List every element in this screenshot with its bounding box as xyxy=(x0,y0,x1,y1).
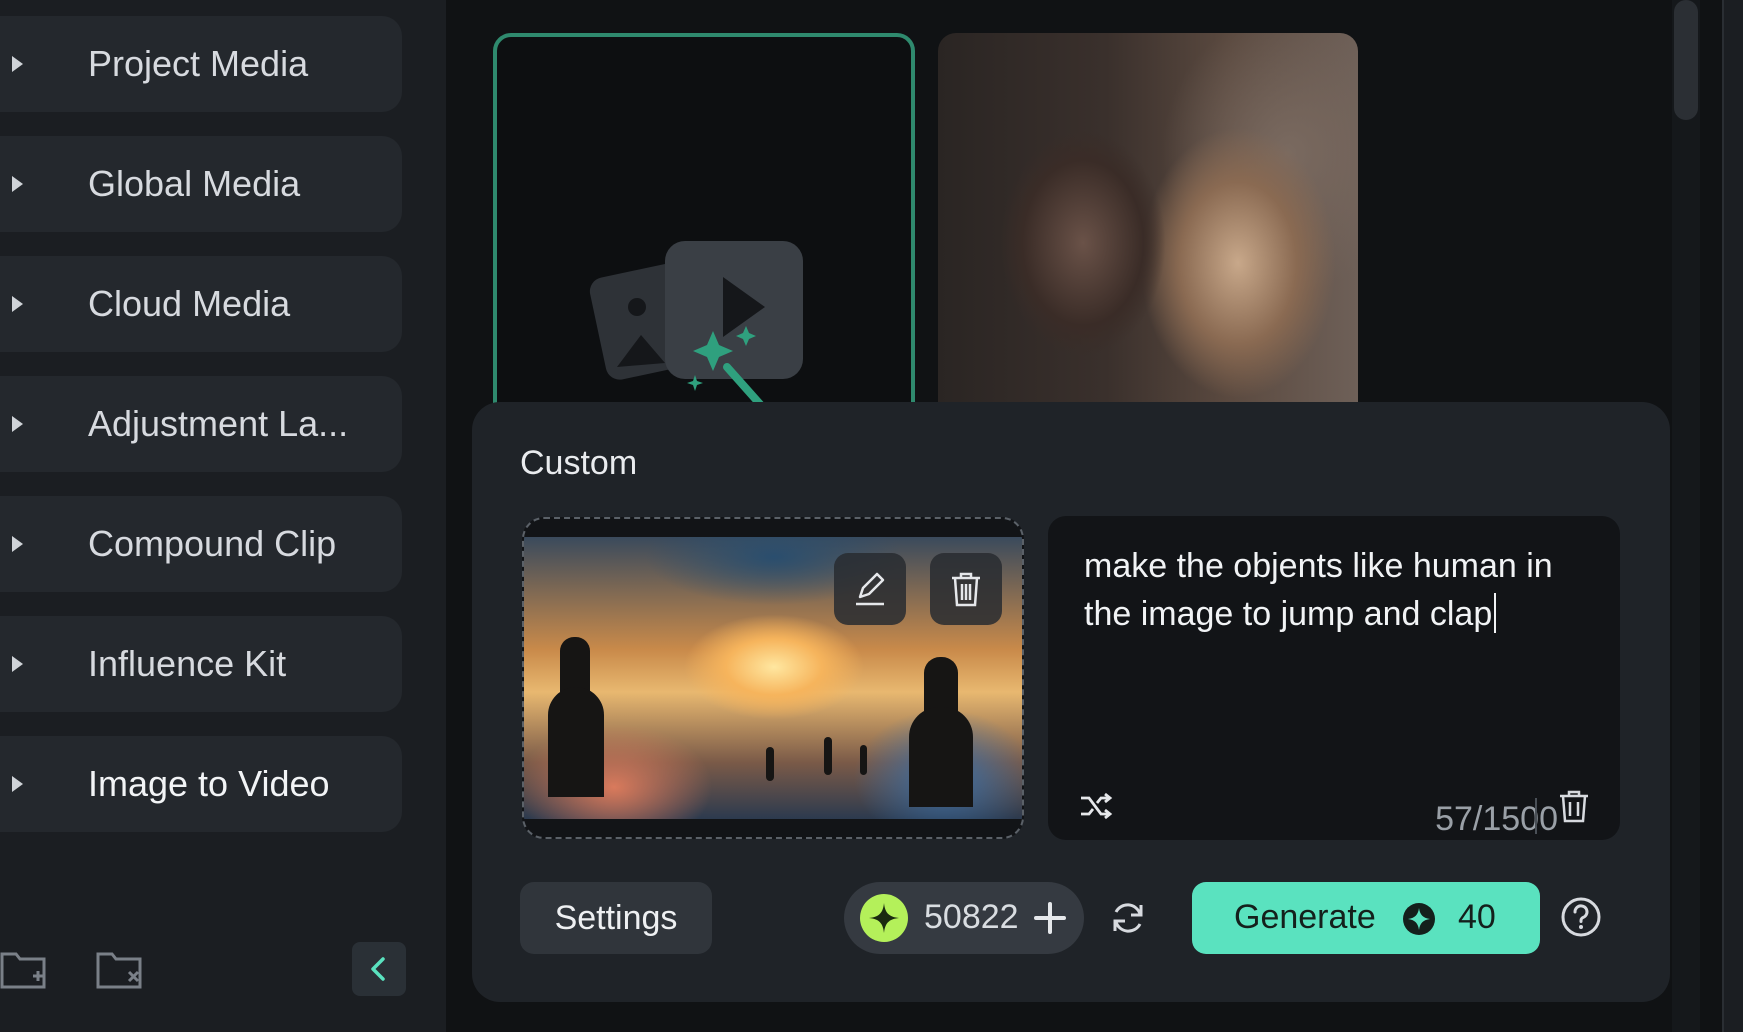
caret-right-icon xyxy=(12,776,23,792)
sidebar-item-cloud-media[interactable]: Cloud Media xyxy=(0,256,402,352)
credit-coin-icon xyxy=(1403,903,1435,935)
scrollbar-thumb[interactable] xyxy=(1674,0,1698,120)
sidebar-item-label: Project Media xyxy=(88,43,309,84)
sidebar-item-label: Cloud Media xyxy=(88,283,291,324)
caret-right-icon xyxy=(12,176,23,192)
chevron-left-icon xyxy=(371,957,385,981)
sidebar-item-project-media[interactable]: Project Media xyxy=(0,16,402,112)
sidebar-item-label: Global Media xyxy=(88,163,301,204)
generate-cost: 40 xyxy=(1458,898,1496,936)
image-to-video-template-card[interactable] xyxy=(493,33,915,423)
sidebar-item-label: Image to Video xyxy=(88,763,330,804)
edit-image-button[interactable] xyxy=(834,553,906,625)
sidebar-item-label: Influence Kit xyxy=(88,643,287,684)
clear-prompt-icon[interactable] xyxy=(1556,788,1592,824)
character-counter: 57/1500 xyxy=(1435,800,1558,838)
scrollbar-track[interactable] xyxy=(1672,0,1700,1032)
image-to-video-icon xyxy=(589,241,803,416)
credits-balance[interactable]: 50822 xyxy=(844,882,1084,954)
caret-right-icon xyxy=(12,656,23,672)
sidebar-item-global-media[interactable]: Global Media xyxy=(0,136,402,232)
new-folder-icon[interactable] xyxy=(0,948,48,992)
settings-button[interactable]: Settings xyxy=(520,882,712,954)
sidebar-item-compound-clip[interactable]: Compound Clip xyxy=(0,496,402,592)
shuffle-icon[interactable] xyxy=(1078,788,1114,824)
divider xyxy=(1535,798,1537,834)
sidebar-item-label: Adjustment La... xyxy=(88,403,349,444)
add-credits-icon[interactable] xyxy=(1032,900,1068,936)
prompt-text: make the objents like human in the image… xyxy=(1084,547,1553,633)
refresh-icon[interactable] xyxy=(1108,898,1148,938)
sidebar-item-influence-kit[interactable]: Influence Kit xyxy=(0,616,402,712)
delete-folder-icon[interactable] xyxy=(96,948,144,992)
caret-right-icon xyxy=(12,56,23,72)
pencil-icon xyxy=(856,572,885,606)
sidebar-item-image-to-video[interactable]: Image to Video xyxy=(0,736,402,832)
source-image-dropzone[interactable] xyxy=(522,517,1024,839)
help-icon[interactable] xyxy=(1560,896,1602,938)
trash-icon xyxy=(952,572,980,607)
generate-button[interactable]: Generate 40 xyxy=(1192,882,1540,954)
caret-right-icon xyxy=(12,296,23,312)
credit-amount: 50822 xyxy=(924,898,1019,936)
caret-right-icon xyxy=(12,536,23,552)
custom-generation-panel: Custom make the objents like human in th… xyxy=(472,402,1670,1002)
prompt-textarea[interactable]: make the objents like human in the image… xyxy=(1048,516,1620,840)
sidebar-item-label: Compound Clip xyxy=(88,523,337,564)
caret-right-icon xyxy=(12,416,23,432)
media-sidebar: Project Media Global Media Cloud Media A… xyxy=(0,0,446,1032)
text-cursor xyxy=(1494,593,1497,633)
generate-label: Generate xyxy=(1234,898,1376,936)
credit-coin-icon xyxy=(860,894,908,942)
app-window: Project Media Global Media Cloud Media A… xyxy=(0,0,1743,1032)
sparkle-icon xyxy=(869,903,899,933)
media-thumbnail-couple[interactable] xyxy=(938,33,1358,423)
panel-title: Custom xyxy=(520,444,638,482)
right-panel-edge xyxy=(1722,0,1743,1032)
delete-image-button[interactable] xyxy=(930,553,1002,625)
collapse-sidebar-button[interactable] xyxy=(352,942,406,996)
prompt-text-container: make the objents like human in the image… xyxy=(1084,542,1594,638)
sidebar-item-adjustment-layer[interactable]: Adjustment La... xyxy=(0,376,402,472)
